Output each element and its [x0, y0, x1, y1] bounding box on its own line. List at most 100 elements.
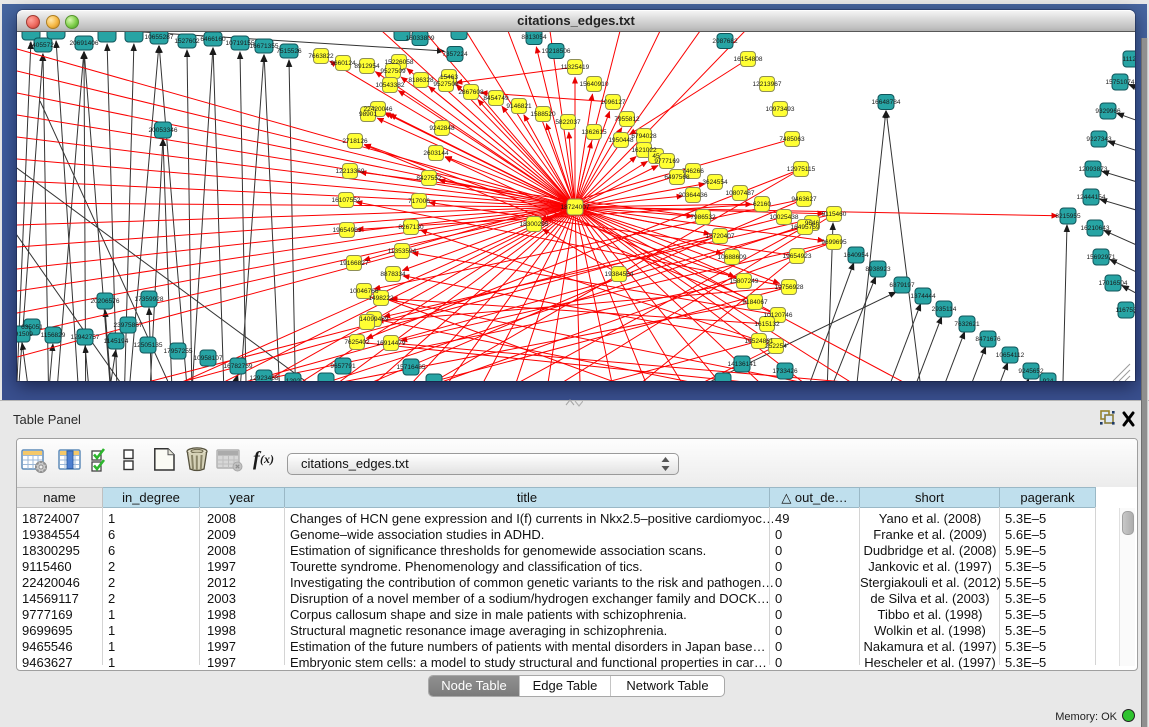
svg-text:1615132: 1615132: [754, 321, 780, 328]
svg-text:20364436: 20364436: [679, 192, 708, 199]
svg-text:9242848: 9242848: [429, 125, 455, 132]
svg-text:9245652: 9245652: [1018, 368, 1044, 375]
svg-text:12975115: 12975115: [787, 166, 816, 173]
svg-text:7955812: 7955812: [614, 116, 640, 123]
svg-text:19756928: 19756928: [775, 284, 804, 291]
svg-text:3624554: 3624554: [702, 179, 728, 186]
svg-text:17016504: 17016504: [1099, 280, 1128, 287]
svg-text:19166827: 19166827: [340, 260, 369, 267]
svg-text:924: 924: [1043, 378, 1054, 381]
svg-text:9699695: 9699695: [821, 239, 847, 246]
svg-text:18300295: 18300295: [520, 221, 549, 228]
svg-text:9527509: 9527509: [380, 68, 406, 75]
svg-text:20053346: 20053346: [149, 127, 178, 134]
svg-text:635051: 635051: [21, 324, 43, 331]
svg-text:2087682: 2087682: [712, 38, 738, 45]
svg-text:16495759: 16495759: [791, 224, 820, 231]
svg-text:10654112: 10654112: [996, 352, 1025, 359]
svg-text:20206576: 20206576: [91, 298, 120, 305]
svg-text:9660124: 9660124: [330, 60, 356, 67]
svg-text:17957255: 17957255: [164, 348, 193, 355]
svg-text:98901: 98901: [359, 111, 377, 118]
svg-text:10120746: 10120746: [764, 312, 793, 319]
svg-text:2718126: 2718126: [342, 138, 368, 145]
svg-text:11353594: 11353594: [388, 248, 417, 255]
svg-text:8215955: 8215955: [1055, 213, 1081, 220]
svg-text:15751074: 15751074: [1106, 79, 1135, 86]
svg-text:14055724: 14055724: [29, 42, 58, 49]
svg-text:6794028: 6794028: [631, 133, 657, 140]
svg-text:1145194: 1145194: [104, 338, 129, 345]
svg-text:14099489: 14099489: [360, 316, 389, 323]
svg-text:7357224: 7357224: [442, 51, 468, 58]
svg-text:10543382: 10543382: [376, 82, 405, 89]
svg-text:6879197: 6879197: [889, 282, 915, 289]
svg-text:8878334: 8878334: [380, 271, 406, 278]
svg-text:5822037: 5822037: [555, 119, 581, 126]
svg-text:8813054: 8813054: [521, 34, 547, 41]
svg-text:15807249: 15807249: [730, 278, 759, 285]
svg-text:116753: 116753: [1115, 307, 1135, 314]
svg-text:15720407: 15720407: [706, 233, 735, 240]
svg-text:8427552: 8427552: [416, 175, 442, 182]
svg-text:19384554: 19384554: [605, 271, 634, 278]
svg-text:9146821: 9146821: [506, 103, 532, 110]
svg-text:8454749: 8454749: [483, 95, 509, 102]
svg-text:8938923: 8938923: [865, 266, 891, 273]
svg-text:10025438: 10025438: [770, 214, 799, 221]
svg-text:10973493: 10973493: [766, 106, 795, 113]
svg-text:1096127: 1096127: [600, 99, 626, 106]
svg-text:8186328: 8186328: [408, 77, 434, 84]
svg-text:10807487: 10807487: [726, 190, 755, 197]
svg-text:11123: 11123: [1122, 56, 1135, 63]
svg-text:1374444: 1374444: [910, 293, 936, 300]
svg-text:16782759: 16782759: [224, 363, 253, 370]
svg-text:12923468: 12923468: [250, 375, 279, 381]
svg-text:9657791: 9657791: [330, 363, 356, 370]
svg-text:17359928: 17359928: [135, 296, 164, 303]
svg-text:717006: 717006: [408, 198, 430, 205]
svg-text:19218506: 19218506: [542, 48, 571, 55]
svg-text:2867608: 2867608: [458, 89, 484, 96]
svg-text:1498222: 1498222: [368, 295, 394, 302]
svg-text:9227343: 9227343: [1086, 136, 1112, 143]
svg-text:19654983: 19654983: [333, 227, 362, 234]
svg-text:12093873: 12093873: [1079, 166, 1108, 173]
svg-text:9527508: 9527508: [433, 81, 459, 88]
svg-text:15716485: 15716485: [397, 364, 426, 371]
svg-text:1640954: 1640954: [843, 252, 869, 259]
svg-text:16107552: 16107552: [332, 197, 361, 204]
svg-text:9329966: 9329966: [1095, 108, 1121, 115]
svg-text:9777169: 9777169: [654, 158, 680, 165]
svg-text:12213369: 12213369: [336, 168, 365, 175]
svg-text:391509: 391509: [17, 331, 33, 338]
svg-text:(x): (x): [260, 452, 274, 466]
svg-text:6466160: 6466160: [200, 36, 226, 43]
svg-text:16671355: 16671355: [250, 43, 279, 50]
svg-text:12505135: 12505135: [134, 342, 163, 349]
svg-text:1292: 1292: [286, 378, 301, 381]
svg-text:10958107: 10958107: [194, 355, 223, 362]
svg-text:15640910: 15640910: [580, 81, 609, 88]
svg-text:10046766: 10046766: [350, 288, 379, 295]
svg-text:7485063: 7485063: [779, 136, 805, 143]
svg-text:7632621: 7632621: [954, 321, 980, 328]
svg-text:12942757: 12942757: [71, 334, 100, 341]
svg-text:7986532: 7986532: [690, 214, 716, 221]
svg-text:2935114: 2935114: [932, 306, 957, 313]
svg-text:14136141: 14136141: [728, 361, 757, 368]
svg-text:10655287: 10655287: [145, 34, 174, 41]
svg-text:9115460: 9115460: [822, 211, 847, 218]
svg-text:16033809: 16033809: [406, 35, 435, 42]
svg-text:15463: 15463: [440, 74, 458, 81]
svg-text:19654923: 19654923: [783, 253, 812, 260]
svg-text:12213967: 12213967: [753, 81, 782, 88]
svg-text:15226058: 15226058: [385, 59, 414, 66]
svg-text:8471676: 8471676: [975, 336, 1001, 343]
svg-text:2603144: 2603144: [423, 150, 449, 157]
svg-text:18724007: 18724007: [561, 204, 590, 211]
svg-text:7515526: 7515526: [276, 48, 302, 55]
svg-text:10688609: 10688609: [718, 254, 747, 261]
svg-text:7625402: 7625402: [344, 339, 370, 346]
svg-text:16914479: 16914479: [377, 340, 406, 347]
